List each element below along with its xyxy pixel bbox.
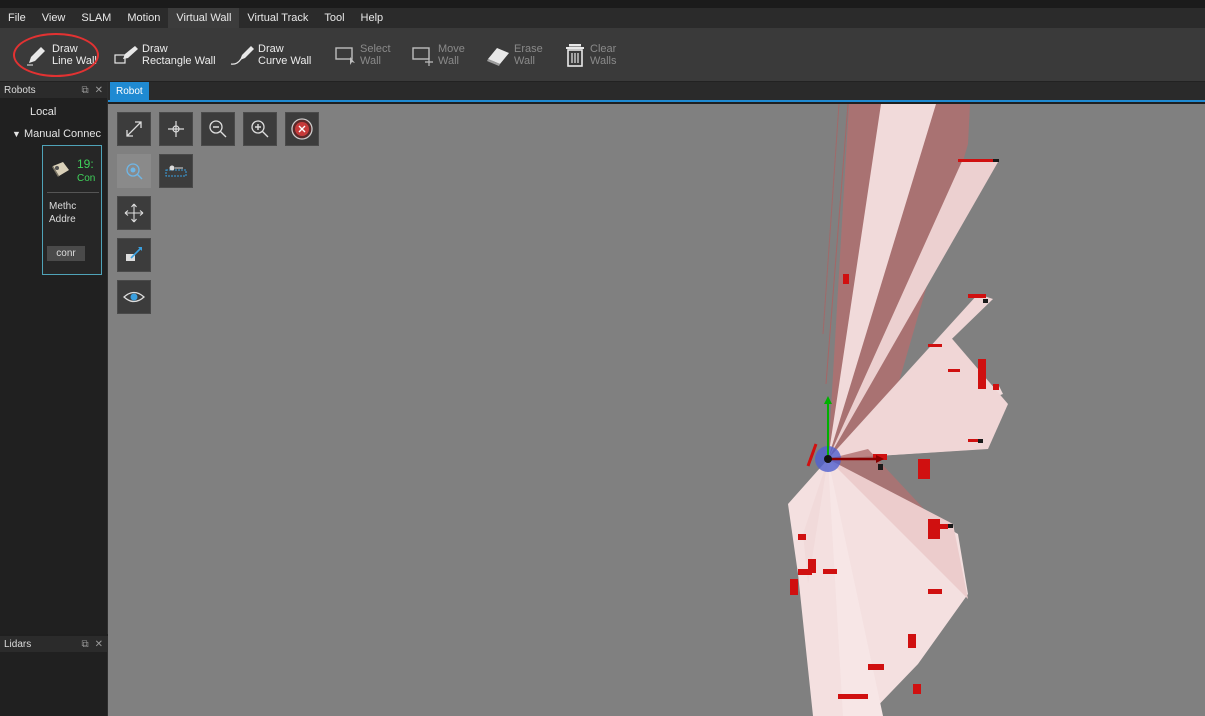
- zoom-in-icon: [251, 120, 269, 138]
- robots-panel: Robots ⧉ ✕ Local ▼ Manual Connec 19: Con…: [0, 82, 108, 634]
- close-panel-icon[interactable]: ✕: [95, 85, 103, 96]
- robot-status: Con: [77, 173, 96, 184]
- visibility-toggle-button[interactable]: [117, 280, 151, 314]
- select-wall-icon: [330, 40, 360, 70]
- tab-robot[interactable]: Robot: [110, 82, 149, 100]
- card-divider: [47, 192, 99, 193]
- tree-item-manual-connect[interactable]: ▼ Manual Connec: [0, 128, 108, 140]
- tree-item-manual-label: Manual Connec: [23, 128, 102, 140]
- fit-view-button[interactable]: [117, 112, 151, 146]
- robot-ip: 19:: [77, 157, 94, 171]
- robot-thumbnail-icon: [51, 160, 71, 178]
- lidar-scan-map[interactable]: [108, 104, 1205, 716]
- robots-panel-title: Robots: [4, 84, 36, 96]
- move-wall-label1: Move: [438, 43, 465, 55]
- draw-rectangle-wall-button[interactable]: Draw Rectangle Wall: [112, 36, 216, 74]
- zoom-out-button[interactable]: [201, 112, 235, 146]
- menu-motion[interactable]: Motion: [119, 8, 168, 28]
- move-arrows-icon: [124, 203, 144, 223]
- eraser-icon: [484, 40, 514, 70]
- trash-icon: [560, 40, 590, 70]
- pan-button[interactable]: [117, 196, 151, 230]
- robot-card[interactable]: 19: Con Methc Addre conr: [42, 145, 102, 275]
- select-wall-label2: Wall: [360, 55, 381, 67]
- tree-item-local[interactable]: Local: [0, 106, 56, 118]
- move-wall-icon: [408, 40, 438, 70]
- eye-icon: [123, 291, 145, 303]
- crosshair-icon: [168, 121, 184, 137]
- lidars-panel-title: Lidars: [4, 638, 32, 650]
- zoom-out-icon: [209, 120, 227, 138]
- clear-walls-button[interactable]: Clear Walls: [560, 36, 616, 74]
- draw-rectangle-wall-label1: Draw: [142, 43, 168, 55]
- menu-view[interactable]: View: [34, 8, 74, 28]
- draw-rectangle-wall-label2: Rectangle Wall: [142, 55, 216, 67]
- draw-line-wall-label2: Line Wall: [52, 55, 97, 67]
- float-panel-icon[interactable]: ⧉: [81, 639, 88, 650]
- float-panel-icon[interactable]: ⧉: [81, 85, 88, 96]
- clear-walls-label1: Clear: [590, 43, 617, 55]
- select-wall-label1: Select: [360, 43, 391, 55]
- menu-help[interactable]: Help: [353, 8, 392, 28]
- move-wall-label2: Wall: [438, 55, 459, 67]
- menu-bar: File View SLAM Motion Virtual Wall Virtu…: [0, 8, 1205, 28]
- set-pose-button[interactable]: [159, 154, 193, 188]
- robot-address-label: Addre: [49, 214, 76, 225]
- expand-arrows-icon: [126, 121, 142, 137]
- draw-curve-wall-label2: Curve Wall: [258, 55, 312, 67]
- close-panel-icon[interactable]: ✕: [95, 639, 103, 650]
- connect-button[interactable]: conr: [47, 246, 85, 261]
- robot-arrow-icon: [126, 247, 142, 261]
- erase-wall-label1: Erase: [514, 43, 543, 55]
- move-wall-button[interactable]: Move Wall: [408, 36, 465, 74]
- menu-file[interactable]: File: [0, 8, 34, 28]
- draw-line-wall-button[interactable]: Draw Line Wall: [22, 36, 97, 74]
- menu-virtual-track[interactable]: Virtual Track: [239, 8, 316, 28]
- lidars-panel: Lidars ⧉ ✕: [0, 636, 108, 716]
- document-tab-bar: Robot: [108, 82, 1205, 102]
- expand-arrow-icon[interactable]: ▼: [12, 129, 21, 139]
- zoom-target-icon: [126, 163, 143, 180]
- lidars-panel-header: Lidars ⧉ ✕: [0, 636, 107, 652]
- robots-panel-header: Robots ⧉ ✕: [0, 82, 107, 98]
- window-top-strip: [0, 0, 1205, 8]
- map-viewport[interactable]: [108, 104, 1205, 716]
- ribbon-toolbar: Draw Line Wall Draw Rectangle Wall Draw Cur…: [0, 28, 1205, 82]
- select-wall-button[interactable]: Select Wall: [330, 36, 391, 74]
- cancel-circle-icon: [291, 118, 313, 140]
- pencil-icon: [22, 40, 52, 70]
- robot-method-label: Methc: [49, 201, 77, 212]
- center-robot-button[interactable]: [159, 112, 193, 146]
- pencil-curve-icon: [228, 40, 258, 70]
- draw-curve-wall-button[interactable]: Draw Curve Wall: [228, 36, 311, 74]
- erase-wall-label2: Wall: [514, 55, 535, 67]
- draw-curve-wall-label1: Draw: [258, 43, 284, 55]
- pencil-rectangle-icon: [112, 40, 142, 70]
- relocalize-button[interactable]: [117, 238, 151, 272]
- zoom-target-button[interactable]: [117, 154, 151, 188]
- zoom-in-button[interactable]: [243, 112, 277, 146]
- draw-line-wall-label1: Draw: [52, 43, 78, 55]
- menu-virtual-wall[interactable]: Virtual Wall: [168, 8, 240, 28]
- erase-wall-button[interactable]: Erase Wall: [484, 36, 543, 74]
- cancel-action-button[interactable]: [285, 112, 319, 146]
- menu-slam[interactable]: SLAM: [73, 8, 119, 28]
- map-pose-icon: [165, 165, 187, 177]
- menu-tool[interactable]: Tool: [316, 8, 352, 28]
- clear-walls-label2: Walls: [590, 55, 617, 67]
